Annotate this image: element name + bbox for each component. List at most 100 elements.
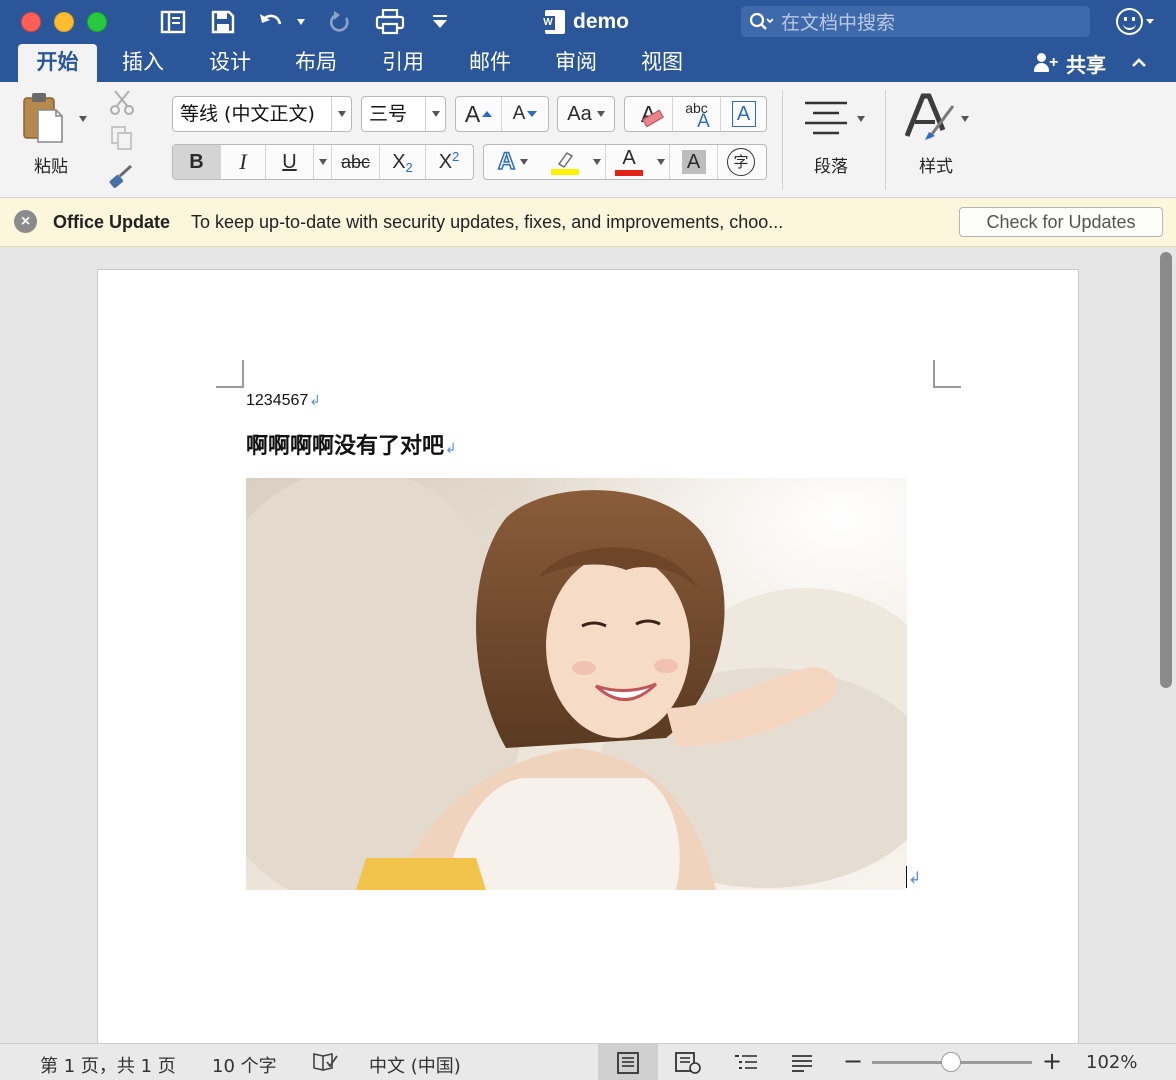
subscript-digit: 2 (405, 159, 413, 175)
grow-font-glyph: A (464, 100, 481, 127)
text-effects-dropdown-icon (520, 159, 529, 165)
share-button[interactable]: + 共享 (1034, 44, 1106, 82)
paragraph-dropdown-icon[interactable] (857, 116, 865, 122)
superscript-glyph: X (438, 150, 453, 173)
paragraph-label: 段落 (814, 157, 848, 177)
vertical-scrollbar[interactable] (1160, 252, 1172, 688)
superscript-button[interactable]: X2 (426, 145, 472, 179)
window-zoom-button[interactable] (87, 12, 107, 32)
check-for-updates-button[interactable]: Check for Updates (959, 207, 1163, 237)
feedback-dropdown-icon[interactable] (1146, 19, 1154, 24)
font-color-button[interactable]: A (606, 145, 652, 179)
zoom-out-button[interactable]: − (843, 1047, 863, 1075)
underline-button[interactable]: U (266, 145, 314, 179)
customize-toolbar-icon[interactable] (430, 8, 450, 36)
paste-dropdown-icon[interactable] (79, 116, 87, 122)
text-effects-button[interactable]: A (484, 145, 542, 179)
character-border-button[interactable]: A (721, 97, 766, 131)
copy-icon[interactable] (108, 124, 136, 152)
line-1-text: 1234567 (246, 392, 309, 409)
print-layout-icon (617, 1051, 639, 1074)
document-line-1[interactable]: 1234567↲ (246, 392, 321, 410)
web-layout-view-button[interactable] (658, 1044, 718, 1080)
sidebar-toggle-icon[interactable] (158, 8, 188, 36)
character-shading-button[interactable]: A (670, 145, 718, 179)
font-size-value: 三号 (369, 103, 408, 125)
subscript-button[interactable]: X2 (380, 145, 426, 179)
font-name-combo[interactable]: 等线 (中文正文) (172, 96, 352, 132)
styles-icon (904, 93, 955, 140)
highlight-color-bar (551, 168, 579, 175)
outline-view-button[interactable] (716, 1044, 776, 1080)
shrink-font-glyph: A (512, 103, 526, 124)
collapse-ribbon-icon[interactable] (1130, 54, 1148, 72)
window-minimize-button[interactable] (54, 12, 74, 32)
redo-icon[interactable] (326, 8, 354, 36)
search-input[interactable]: 在文档中搜索 (741, 6, 1090, 37)
proofing-icon[interactable] (312, 1050, 338, 1074)
tab-review[interactable]: 审阅 (544, 44, 608, 82)
grow-font-button[interactable]: A (456, 97, 502, 131)
highlight-dropdown-icon[interactable] (588, 145, 606, 179)
font-color-glyph: A (622, 147, 636, 169)
cut-icon[interactable] (108, 88, 136, 116)
page-count[interactable]: 第 1 页，共 1 页 (40, 1052, 176, 1078)
highlighter-icon (557, 151, 574, 168)
paste-button[interactable] (20, 90, 68, 148)
tab-layout[interactable]: 布局 (284, 44, 348, 82)
feedback-smiley-icon[interactable] (1116, 8, 1143, 35)
tab-mailings[interactable]: 邮件 (458, 44, 522, 82)
font-color-group: A A A 字 (483, 144, 767, 180)
strikethrough-button[interactable]: abc (332, 145, 380, 179)
clear-format-group: A abc A A (624, 96, 767, 132)
ribbon-tabs: 开始 插入 设计 布局 引用 邮件 审阅 视图 + 共享 (0, 44, 1176, 82)
format-painter-icon[interactable] (106, 162, 136, 192)
clear-formatting-button[interactable]: A (625, 97, 673, 131)
print-layout-view-button[interactable] (598, 1044, 658, 1080)
font-name-dropdown-icon[interactable] (331, 97, 351, 131)
font-size-combo[interactable]: 三号 (361, 96, 446, 132)
print-icon[interactable] (374, 8, 406, 36)
tab-insert[interactable]: 插入 (111, 44, 175, 82)
draft-view-button[interactable] (772, 1044, 832, 1080)
text-effects-glyph: A (497, 147, 516, 176)
change-case-dropdown-icon[interactable] (596, 111, 605, 117)
bold-button[interactable]: B (173, 145, 221, 179)
ribbon-separator (885, 90, 886, 190)
tab-design[interactable]: 设计 (198, 44, 262, 82)
title-bar: W demo 在文档中搜索 (0, 0, 1176, 44)
font-size-dropdown-icon[interactable] (425, 97, 445, 131)
document-line-2[interactable]: 啊啊啊啊没有了对吧↲ (246, 428, 457, 460)
tab-view[interactable]: 视图 (630, 44, 694, 82)
font-color-bar (615, 170, 643, 176)
change-case-button[interactable]: Aa (558, 97, 614, 131)
window-close-button[interactable] (21, 12, 41, 32)
language-indicator[interactable]: 中文 (中国) (369, 1052, 461, 1078)
styles-dropdown-icon[interactable] (961, 116, 969, 122)
font-color-dropdown-icon[interactable] (652, 145, 670, 179)
outline-icon (735, 1054, 757, 1069)
document-canvas: 1234567↲ 啊啊啊啊没有了对吧↲ ↲ (0, 248, 1176, 1043)
highlight-button[interactable] (542, 145, 588, 179)
styles-button[interactable] (904, 92, 959, 144)
undo-icon[interactable] (256, 8, 288, 36)
tab-home[interactable]: 开始 (18, 44, 97, 82)
word-count[interactable]: 10 个字 (212, 1052, 277, 1078)
document-page[interactable]: 1234567↲ 啊啊啊啊没有了对吧↲ ↲ (97, 269, 1079, 1043)
phonetic-guide-button[interactable]: abc A (673, 97, 721, 131)
zoom-in-button[interactable]: + (1042, 1047, 1062, 1075)
save-icon[interactable] (208, 8, 238, 36)
undo-dropdown-icon[interactable] (294, 8, 308, 36)
paragraph-button[interactable] (803, 98, 849, 138)
shrink-font-button[interactable]: A (502, 97, 548, 131)
word-app-icon: W (541, 10, 565, 34)
enclose-characters-button[interactable]: 字 (718, 145, 764, 179)
zoom-slider-handle[interactable] (941, 1052, 961, 1072)
zoom-percentage[interactable]: 102% (1086, 1052, 1137, 1073)
tab-references[interactable]: 引用 (371, 44, 435, 82)
dismiss-update-icon[interactable]: × (14, 210, 37, 233)
italic-button[interactable]: I (221, 145, 266, 179)
inline-photo[interactable] (246, 478, 907, 890)
character-shading-glyph: A (681, 150, 706, 174)
underline-dropdown-icon[interactable] (314, 145, 332, 179)
